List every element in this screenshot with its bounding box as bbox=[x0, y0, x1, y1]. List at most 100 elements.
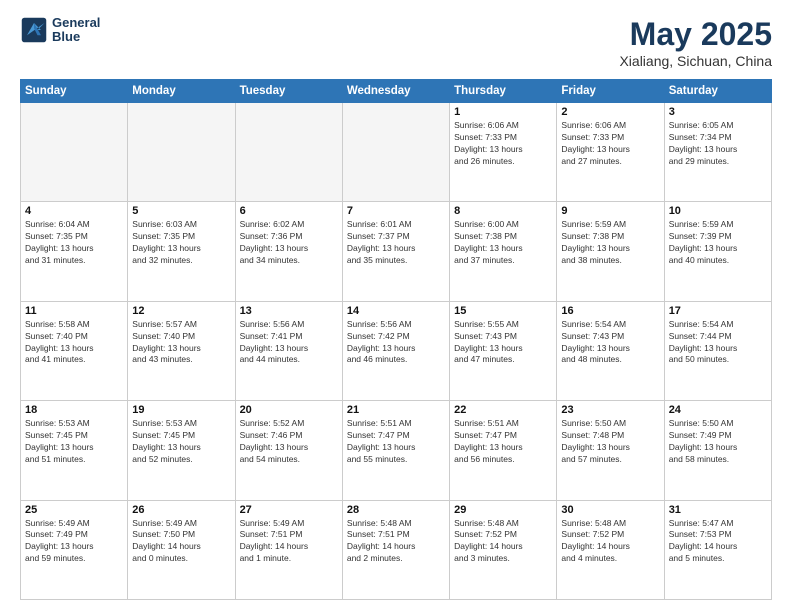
calendar-cell: 24 Sunrise: 5:50 AM Sunset: 7:49 PM Dayli… bbox=[664, 401, 771, 500]
day-info: Sunrise: 6:01 AM Sunset: 7:37 PM Dayligh… bbox=[347, 219, 445, 267]
day-info: Sunrise: 5:59 AM Sunset: 7:39 PM Dayligh… bbox=[669, 219, 767, 267]
logo-text: General Blue bbox=[52, 16, 100, 45]
day-number: 28 bbox=[347, 504, 445, 516]
location: Xialiang, Sichuan, China bbox=[619, 53, 772, 69]
day-info: Sunrise: 5:48 AM Sunset: 7:52 PM Dayligh… bbox=[561, 518, 659, 566]
day-info: Sunrise: 5:56 AM Sunset: 7:42 PM Dayligh… bbox=[347, 319, 445, 367]
calendar-cell bbox=[235, 103, 342, 202]
calendar-cell: 19 Sunrise: 5:53 AM Sunset: 7:45 PM Dayli… bbox=[128, 401, 235, 500]
day-number: 5 bbox=[132, 205, 230, 217]
day-info: Sunrise: 5:55 AM Sunset: 7:43 PM Dayligh… bbox=[454, 319, 552, 367]
day-info: Sunrise: 5:47 AM Sunset: 7:53 PM Dayligh… bbox=[669, 518, 767, 566]
day-number: 23 bbox=[561, 404, 659, 416]
day-info: Sunrise: 5:56 AM Sunset: 7:41 PM Dayligh… bbox=[240, 319, 338, 367]
calendar-cell: 23 Sunrise: 5:50 AM Sunset: 7:48 PM Dayli… bbox=[557, 401, 664, 500]
day-number: 13 bbox=[240, 305, 338, 317]
day-info: Sunrise: 5:48 AM Sunset: 7:51 PM Dayligh… bbox=[347, 518, 445, 566]
day-number: 3 bbox=[669, 106, 767, 118]
day-number: 14 bbox=[347, 305, 445, 317]
calendar-week-5: 25 Sunrise: 5:49 AM Sunset: 7:49 PM Dayli… bbox=[21, 500, 772, 599]
calendar-cell: 15 Sunrise: 5:55 AM Sunset: 7:43 PM Dayli… bbox=[450, 301, 557, 400]
day-number: 7 bbox=[347, 205, 445, 217]
weekday-header-saturday: Saturday bbox=[664, 80, 771, 103]
calendar-week-4: 18 Sunrise: 5:53 AM Sunset: 7:45 PM Dayli… bbox=[21, 401, 772, 500]
day-number: 15 bbox=[454, 305, 552, 317]
day-info: Sunrise: 6:06 AM Sunset: 7:33 PM Dayligh… bbox=[561, 120, 659, 168]
calendar-week-3: 11 Sunrise: 5:58 AM Sunset: 7:40 PM Dayli… bbox=[21, 301, 772, 400]
day-info: Sunrise: 5:53 AM Sunset: 7:45 PM Dayligh… bbox=[132, 418, 230, 466]
day-number: 6 bbox=[240, 205, 338, 217]
calendar-cell: 12 Sunrise: 5:57 AM Sunset: 7:40 PM Dayli… bbox=[128, 301, 235, 400]
calendar-cell: 8Sunrise: 6:00 AM Sunset: 7:38 PM Daylig… bbox=[450, 202, 557, 301]
calendar-cell bbox=[342, 103, 449, 202]
day-number: 25 bbox=[25, 504, 123, 516]
weekday-header-row: SundayMondayTuesdayWednesdayThursdayFrid… bbox=[21, 80, 772, 103]
calendar-cell bbox=[128, 103, 235, 202]
calendar-cell: 3 Sunrise: 6:05 AM Sunset: 7:34 PM Daylig… bbox=[664, 103, 771, 202]
day-info: Sunrise: 5:58 AM Sunset: 7:40 PM Dayligh… bbox=[25, 319, 123, 367]
day-info: Sunrise: 6:02 AM Sunset: 7:36 PM Dayligh… bbox=[240, 219, 338, 267]
calendar-cell: 22 Sunrise: 5:51 AM Sunset: 7:47 PM Dayli… bbox=[450, 401, 557, 500]
day-number: 19 bbox=[132, 404, 230, 416]
day-info: Sunrise: 5:53 AM Sunset: 7:45 PM Dayligh… bbox=[25, 418, 123, 466]
day-number: 16 bbox=[561, 305, 659, 317]
day-number: 29 bbox=[454, 504, 552, 516]
day-info: Sunrise: 5:54 AM Sunset: 7:43 PM Dayligh… bbox=[561, 319, 659, 367]
day-info: Sunrise: 5:49 AM Sunset: 7:51 PM Dayligh… bbox=[240, 518, 338, 566]
calendar-table: SundayMondayTuesdayWednesdayThursdayFrid… bbox=[20, 79, 772, 600]
day-info: Sunrise: 5:59 AM Sunset: 7:38 PM Dayligh… bbox=[561, 219, 659, 267]
weekday-header-wednesday: Wednesday bbox=[342, 80, 449, 103]
day-number: 11 bbox=[25, 305, 123, 317]
day-info: Sunrise: 5:51 AM Sunset: 7:47 PM Dayligh… bbox=[454, 418, 552, 466]
calendar-cell: 9Sunrise: 5:59 AM Sunset: 7:38 PM Daylig… bbox=[557, 202, 664, 301]
day-number: 8 bbox=[454, 205, 552, 217]
day-number: 22 bbox=[454, 404, 552, 416]
calendar-cell: 20 Sunrise: 5:52 AM Sunset: 7:46 PM Dayli… bbox=[235, 401, 342, 500]
day-info: Sunrise: 5:54 AM Sunset: 7:44 PM Dayligh… bbox=[669, 319, 767, 367]
calendar-cell: 25 Sunrise: 5:49 AM Sunset: 7:49 PM Dayli… bbox=[21, 500, 128, 599]
calendar-cell: 5 Sunrise: 6:03 AM Sunset: 7:35 PM Daylig… bbox=[128, 202, 235, 301]
calendar-cell: 2Sunrise: 6:06 AM Sunset: 7:33 PM Daylig… bbox=[557, 103, 664, 202]
weekday-header-thursday: Thursday bbox=[450, 80, 557, 103]
calendar-cell: 26 Sunrise: 5:49 AM Sunset: 7:50 PM Dayli… bbox=[128, 500, 235, 599]
title-block: May 2025 Xialiang, Sichuan, China bbox=[619, 16, 772, 69]
calendar-cell: 29Sunrise: 5:48 AM Sunset: 7:52 PM Dayli… bbox=[450, 500, 557, 599]
weekday-header-friday: Friday bbox=[557, 80, 664, 103]
calendar-cell: 28 Sunrise: 5:48 AM Sunset: 7:51 PM Dayli… bbox=[342, 500, 449, 599]
day-number: 31 bbox=[669, 504, 767, 516]
calendar-cell: 1Sunrise: 6:06 AM Sunset: 7:33 PM Daylig… bbox=[450, 103, 557, 202]
day-info: Sunrise: 5:50 AM Sunset: 7:48 PM Dayligh… bbox=[561, 418, 659, 466]
calendar-week-1: 1Sunrise: 6:06 AM Sunset: 7:33 PM Daylig… bbox=[21, 103, 772, 202]
calendar-cell: 11 Sunrise: 5:58 AM Sunset: 7:40 PM Dayli… bbox=[21, 301, 128, 400]
weekday-header-tuesday: Tuesday bbox=[235, 80, 342, 103]
day-info: Sunrise: 6:03 AM Sunset: 7:35 PM Dayligh… bbox=[132, 219, 230, 267]
day-number: 20 bbox=[240, 404, 338, 416]
day-number: 24 bbox=[669, 404, 767, 416]
weekday-header-sunday: Sunday bbox=[21, 80, 128, 103]
calendar-cell: 18 Sunrise: 5:53 AM Sunset: 7:45 PM Dayli… bbox=[21, 401, 128, 500]
day-info: Sunrise: 6:05 AM Sunset: 7:34 PM Dayligh… bbox=[669, 120, 767, 168]
calendar-cell: 30 Sunrise: 5:48 AM Sunset: 7:52 PM Dayli… bbox=[557, 500, 664, 599]
day-number: 10 bbox=[669, 205, 767, 217]
day-info: Sunrise: 5:57 AM Sunset: 7:40 PM Dayligh… bbox=[132, 319, 230, 367]
day-number: 12 bbox=[132, 305, 230, 317]
day-number: 18 bbox=[25, 404, 123, 416]
calendar-cell: 16 Sunrise: 5:54 AM Sunset: 7:43 PM Dayli… bbox=[557, 301, 664, 400]
header: General Blue May 2025 Xialiang, Sichuan,… bbox=[20, 16, 772, 69]
calendar-cell: 4Sunrise: 6:04 AM Sunset: 7:35 PM Daylig… bbox=[21, 202, 128, 301]
day-number: 17 bbox=[669, 305, 767, 317]
day-info: Sunrise: 5:49 AM Sunset: 7:49 PM Dayligh… bbox=[25, 518, 123, 566]
day-info: Sunrise: 5:49 AM Sunset: 7:50 PM Dayligh… bbox=[132, 518, 230, 566]
calendar-cell: 14 Sunrise: 5:56 AM Sunset: 7:42 PM Dayli… bbox=[342, 301, 449, 400]
day-info: Sunrise: 5:50 AM Sunset: 7:49 PM Dayligh… bbox=[669, 418, 767, 466]
weekday-header-monday: Monday bbox=[128, 80, 235, 103]
calendar-cell: 6 Sunrise: 6:02 AM Sunset: 7:36 PM Daylig… bbox=[235, 202, 342, 301]
day-number: 27 bbox=[240, 504, 338, 516]
calendar-week-2: 4Sunrise: 6:04 AM Sunset: 7:35 PM Daylig… bbox=[21, 202, 772, 301]
day-info: Sunrise: 5:51 AM Sunset: 7:47 PM Dayligh… bbox=[347, 418, 445, 466]
day-number: 30 bbox=[561, 504, 659, 516]
day-number: 26 bbox=[132, 504, 230, 516]
day-info: Sunrise: 6:06 AM Sunset: 7:33 PM Dayligh… bbox=[454, 120, 552, 168]
day-info: Sunrise: 5:52 AM Sunset: 7:46 PM Dayligh… bbox=[240, 418, 338, 466]
month-title: May 2025 bbox=[619, 16, 772, 53]
